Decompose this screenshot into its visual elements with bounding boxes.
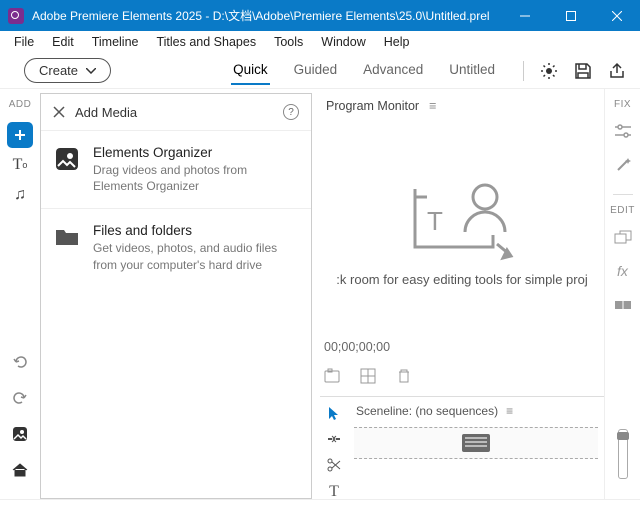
add-media-button[interactable]: [7, 122, 33, 148]
panel-menu-icon[interactable]: ≡: [429, 99, 436, 113]
close-button[interactable]: [594, 0, 640, 31]
adjust-button[interactable]: [612, 120, 634, 142]
program-monitor-label: Program Monitor: [326, 99, 419, 113]
menubar: File Edit Timeline Titles and Shapes Too…: [0, 31, 640, 53]
add-media-panel: Add Media ? Elements Organizer Drag vide…: [40, 93, 312, 499]
menu-file[interactable]: File: [6, 33, 42, 51]
text-tool-icon[interactable]: T: [326, 483, 342, 499]
right-sidebar: FIX EDIT fx: [604, 89, 640, 499]
separator: [613, 194, 633, 195]
panel-menu-icon[interactable]: ≡: [506, 404, 513, 418]
svg-text:T: T: [427, 206, 443, 236]
chevron-down-icon: [86, 68, 96, 74]
menu-help[interactable]: Help: [376, 33, 418, 51]
brightness-icon[interactable]: [540, 62, 558, 80]
timecode[interactable]: 00;00;00;00: [320, 334, 394, 360]
tab-untitled[interactable]: Untitled: [447, 56, 497, 85]
menu-tools[interactable]: Tools: [266, 33, 311, 51]
media-source-desc: Drag videos and photos from Elements Org…: [93, 162, 299, 194]
undo-button[interactable]: [7, 349, 33, 375]
share-icon[interactable]: [608, 62, 626, 80]
add-title-button[interactable]: To: [7, 152, 33, 178]
fx-button[interactable]: fx: [612, 260, 634, 282]
grid-icon[interactable]: [360, 368, 376, 384]
add-music-button[interactable]: ♫: [7, 182, 33, 208]
timeline-track[interactable]: [354, 427, 598, 459]
help-icon[interactable]: ?: [283, 104, 299, 120]
snapshot-icon[interactable]: [324, 368, 340, 384]
titlebar: Adobe Premiere Elements 2025 - D:\文档\Ado…: [0, 0, 640, 31]
trim-tool-icon[interactable]: [326, 431, 342, 447]
tab-guided[interactable]: Guided: [292, 56, 340, 85]
scissors-icon[interactable]: [326, 457, 342, 473]
organizer-button[interactable]: [7, 421, 33, 447]
edit-label: EDIT: [610, 205, 635, 216]
media-source-files[interactable]: Files and folders Get videos, photos, an…: [41, 208, 311, 286]
window-title: Adobe Premiere Elements 2025 - D:\文档\Ado…: [32, 7, 502, 24]
zoom-slider[interactable]: [618, 429, 628, 479]
redo-button[interactable]: [7, 385, 33, 411]
create-button[interactable]: Create: [24, 58, 111, 83]
media-source-title: Elements Organizer: [93, 145, 299, 160]
minimize-button[interactable]: [502, 0, 548, 31]
maximize-button[interactable]: [548, 0, 594, 31]
select-tool-icon[interactable]: [326, 405, 342, 421]
fix-label: FIX: [614, 99, 631, 110]
folder-icon: [53, 223, 81, 251]
media-source-organizer[interactable]: Elements Organizer Drag videos and photo…: [41, 130, 311, 208]
footer: [0, 499, 640, 509]
timeline: T Sceneline: (no sequences) ≡: [320, 396, 604, 499]
fx-wand-button[interactable]: [612, 154, 634, 176]
menu-edit[interactable]: Edit: [44, 33, 82, 51]
save-icon[interactable]: [574, 62, 592, 80]
toolbar: Create Quick Guided Advanced Untitled: [0, 53, 640, 89]
tab-quick[interactable]: Quick: [231, 56, 270, 85]
create-label: Create: [39, 63, 78, 78]
sceneline-label: Sceneline: (no sequences): [356, 404, 498, 418]
organizer-icon: [53, 145, 81, 173]
panel-title: Add Media: [75, 105, 137, 120]
media-source-title: Files and folders: [93, 223, 299, 238]
placeholder-art: T: [397, 172, 527, 262]
clip-placeholder[interactable]: [462, 434, 490, 452]
transitions-button[interactable]: [612, 294, 634, 316]
tab-advanced[interactable]: Advanced: [361, 56, 425, 85]
center-area: Program Monitor ≡ T :k room for easy edi…: [312, 89, 604, 499]
menu-timeline[interactable]: Timeline: [84, 33, 147, 51]
media-source-desc: Get videos, photos, and audio files from…: [93, 240, 299, 272]
separator: [523, 61, 524, 81]
home-button[interactable]: [7, 457, 33, 483]
graphics-button[interactable]: [612, 226, 634, 248]
close-icon[interactable]: [53, 106, 65, 118]
app-icon: [8, 8, 24, 24]
trash-icon[interactable]: [396, 368, 412, 384]
left-sidebar: ADD To ♫: [0, 89, 40, 499]
menu-titles[interactable]: Titles and Shapes: [148, 33, 264, 51]
program-hint: :k room for easy editing tools for simpl…: [330, 272, 593, 287]
add-label: ADD: [9, 99, 32, 110]
menu-window[interactable]: Window: [313, 33, 373, 51]
